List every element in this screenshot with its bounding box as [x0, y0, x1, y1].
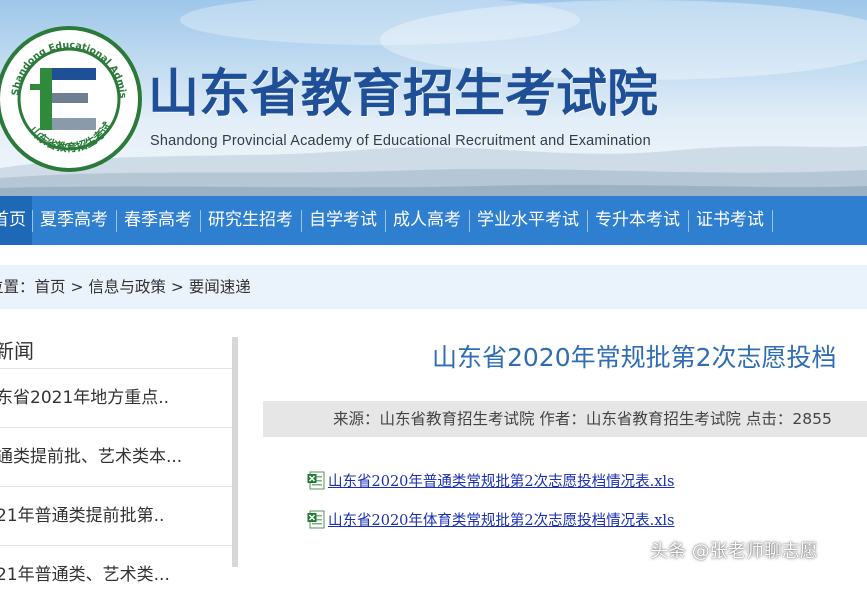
academy-emblem-logo: Shandong Educational Admission & Examina…: [0, 24, 142, 172]
nav-item-proficiency-test[interactable]: 学业水平考试: [470, 196, 587, 245]
nav-divider: [772, 209, 773, 232]
site-title: 山东省教育招生考试院: [148, 65, 659, 124]
breadcrumb: 位置：首页 > 信息与政策 > 要闻速递: [0, 265, 867, 309]
sidebar-heading: 新闻: [0, 339, 34, 363]
nav-item-graduate-exam[interactable]: 研究生招考: [201, 196, 301, 245]
main-navigation: 首页 夏季高考 春季高考 研究生招考 自学考试 成人高考 学业水平考试 专升本考…: [0, 196, 867, 245]
nav-item-self-study-exam[interactable]: 自学考试: [302, 196, 385, 245]
toutiao-watermark: 头条 @张老师聊志愿: [650, 541, 818, 562]
breadcrumb-separator: >: [65, 278, 89, 296]
sidebar-news-item[interactable]: 21年普通类、艺术类...: [0, 545, 232, 604]
breadcrumb-info-policy[interactable]: 信息与政策: [88, 278, 166, 296]
sidebar-news-title: 东省2021年地方重点..: [0, 388, 170, 408]
nav-item-summer-gaokao[interactable]: 夏季高考: [33, 196, 116, 245]
breadcrumb-news-express[interactable]: 要闻速递: [189, 278, 251, 296]
news-sidebar: 新闻 东省2021年地方重点.. 通类提前批、艺术类本... 21年普通类提前批…: [0, 325, 240, 585]
article-meta-bar: 来源：山东省教育招生考试院 作者：山东省教育招生考试院 点击：2855: [263, 401, 867, 437]
nav-item-home[interactable]: 首页: [0, 196, 32, 245]
breadcrumb-lead: 位置：: [0, 278, 35, 296]
site-banner: Shandong Educational Admission & Examina…: [0, 0, 867, 196]
article-title: 山东省2020年常规批第2次志愿投档: [432, 343, 837, 372]
site-subtitle: Shandong Provincial Academy of Education…: [150, 133, 651, 149]
sidebar-news-item[interactable]: 东省2021年地方重点..: [0, 368, 232, 427]
sidebar-news-item[interactable]: 通类提前批、艺术类本...: [0, 427, 232, 486]
nav-item-spring-gaokao[interactable]: 春季高考: [117, 196, 200, 245]
excel-file-icon: [307, 510, 325, 528]
breadcrumb-home[interactable]: 首页: [35, 278, 66, 296]
article-meta: 来源：山东省教育招生考试院 作者：山东省教育招生考试院 点击：2855: [333, 410, 832, 428]
sidebar-news-title: 通类提前批、艺术类本...: [0, 447, 183, 467]
sidebar-news-title: 21年普通类提前批第..: [0, 506, 165, 526]
nav-item-upgrade-exam[interactable]: 专升本考试: [588, 196, 688, 245]
attachment-filename[interactable]: 山东省2020年普通类常规批第2次志愿投档情况表.xls: [328, 470, 675, 491]
excel-file-icon: [307, 471, 325, 489]
sidebar-news-title: 21年普通类、艺术类...: [0, 565, 170, 585]
sidebar-news-item[interactable]: 21年普通类提前批第..: [0, 486, 232, 545]
breadcrumb-separator: >: [165, 278, 189, 296]
nav-item-certificate-exam[interactable]: 证书考试: [689, 196, 772, 245]
sidebar-news-list: 东省2021年地方重点.. 通类提前批、艺术类本... 21年普通类提前批第..…: [0, 368, 232, 604]
attachment-filename[interactable]: 山东省2020年体育类常规批第2次志愿投档情况表.xls: [328, 509, 675, 530]
attachment-link-general[interactable]: 山东省2020年普通类常规批第2次志愿投档情况表.xls: [307, 469, 675, 491]
sidebar-scrollbar[interactable]: [232, 337, 238, 567]
nav-item-adult-gaokao[interactable]: 成人高考: [386, 196, 469, 245]
attachment-link-sports[interactable]: 山东省2020年体育类常规批第2次志愿投档情况表.xls: [307, 508, 675, 530]
